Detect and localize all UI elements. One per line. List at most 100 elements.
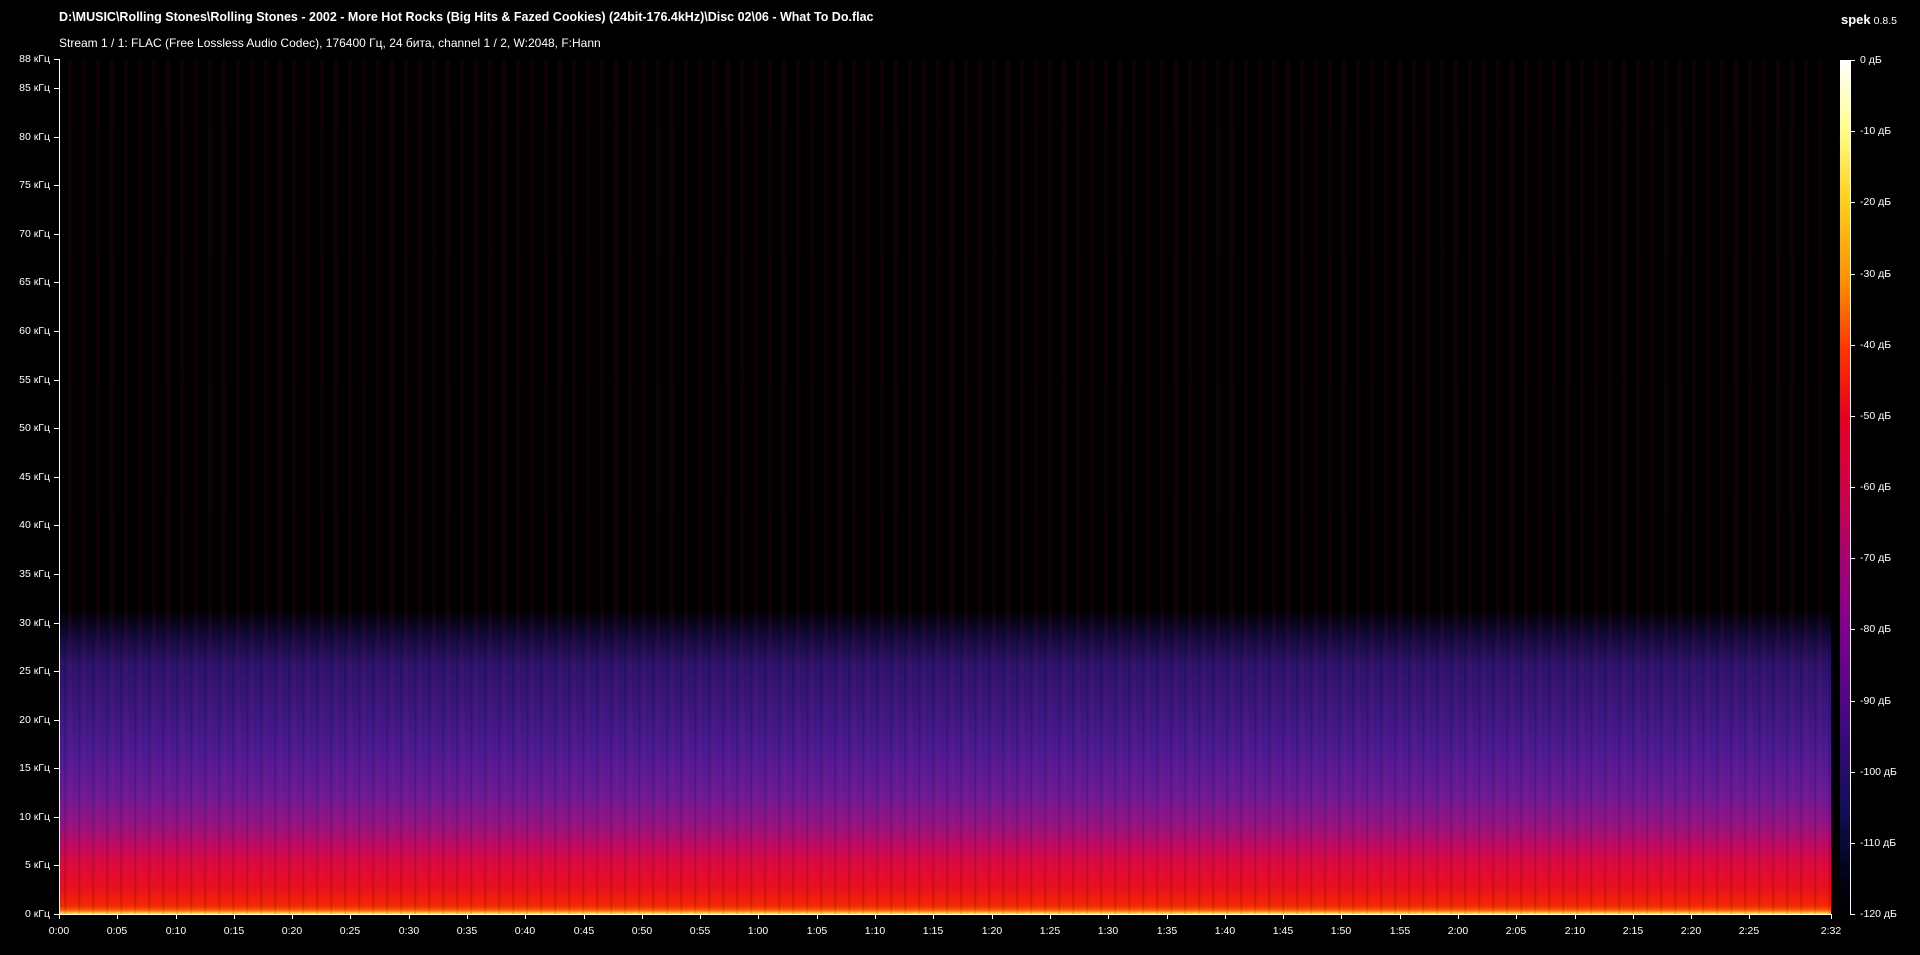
- time-tick-label: 0:35: [456, 925, 478, 937]
- time-tick: [234, 914, 235, 919]
- frequency-tick: [54, 525, 59, 526]
- time-tick-label: 1:55: [1389, 925, 1411, 937]
- time-tick-label: 0:45: [573, 925, 595, 937]
- colorbar-tick: [1850, 131, 1855, 132]
- time-axis: 0:00 0:05 0:10 0:15 0:20 0:25 0:30 0:35 0:40 0:45…: [0, 914, 1920, 955]
- time-tick: [1516, 914, 1517, 919]
- time-tick-label: 1:35: [1156, 925, 1178, 937]
- time-tick: [1225, 914, 1226, 919]
- colorbar-tick: [1850, 487, 1855, 488]
- time-tick-label: 2:25: [1738, 925, 1760, 937]
- frequency-tick: [54, 137, 59, 138]
- frequency-tick: [54, 865, 59, 866]
- frequency-axis: 88 кГц 85 кГц 80 кГц 75 кГц 70 кГц 65 кГц 60 к…: [0, 0, 59, 955]
- spectrogram-area[interactable]: [59, 59, 1831, 914]
- colorbar-tick-label: -50 дБ: [1860, 410, 1892, 422]
- time-tick: [584, 914, 585, 919]
- time-tick-label: 1:30: [1097, 925, 1119, 937]
- time-tick-label: 2:20: [1680, 925, 1702, 937]
- time-tick: [1633, 914, 1634, 919]
- colorbar-tick: [1850, 772, 1855, 773]
- time-tick: [642, 914, 643, 919]
- colorbar-tick-label: 0 дБ: [1860, 54, 1882, 66]
- time-tick-label: 0:25: [339, 925, 361, 937]
- time-tick: [758, 914, 759, 919]
- frequency-tick: [54, 623, 59, 624]
- frequency-tick: [54, 59, 59, 60]
- time-tick-label: 2:00: [1447, 925, 1469, 937]
- colorbar-tick-label: -10 дБ: [1860, 125, 1892, 137]
- frequency-tick-label: 15 кГц: [19, 762, 50, 774]
- frequency-tick: [54, 331, 59, 332]
- colorbar-axis: 0 дБ -10 дБ -20 дБ -30 дБ -40 дБ -50 дБ -60 дБ…: [1850, 0, 1920, 955]
- colorbar-gradient: [1840, 60, 1850, 914]
- time-tick-label: 1:05: [806, 925, 828, 937]
- colorbar-tick-label: -20 дБ: [1860, 196, 1892, 208]
- time-tick-label: 1:50: [1330, 925, 1352, 937]
- colorbar-tick: [1850, 202, 1855, 203]
- time-tick-label: 1:45: [1272, 925, 1294, 937]
- time-tick: [1749, 914, 1750, 919]
- time-tick-label: 1:25: [1039, 925, 1061, 937]
- time-tick: [525, 914, 526, 919]
- time-tick: [176, 914, 177, 919]
- colorbar-tick-label: -40 дБ: [1860, 339, 1892, 351]
- stream-info: Stream 1 / 1: FLAC (Free Lossless Audio …: [59, 36, 601, 50]
- frequency-tick-label: 5 кГц: [24, 859, 50, 871]
- time-tick: [1108, 914, 1109, 919]
- frequency-tick-label: 35 кГц: [19, 568, 50, 580]
- colorbar-tick-label: -80 дБ: [1860, 623, 1892, 635]
- time-tick: [1341, 914, 1342, 919]
- time-tick: [992, 914, 993, 919]
- time-tick-label: 2:15: [1622, 925, 1644, 937]
- frequency-tick: [54, 282, 59, 283]
- time-tick-label: 1:15: [922, 925, 944, 937]
- time-tick: [817, 914, 818, 919]
- time-tick: [1691, 914, 1692, 919]
- time-tick-label: 0:40: [514, 925, 536, 937]
- time-tick: [409, 914, 410, 919]
- file-path-title: D:\MUSIC\Rolling Stones\Rolling Stones -…: [59, 10, 874, 24]
- frequency-tick: [54, 817, 59, 818]
- frequency-tick: [54, 477, 59, 478]
- plot-left-border: [59, 59, 60, 915]
- time-tick: [1167, 914, 1168, 919]
- time-tick: [59, 914, 60, 919]
- colorbar-tick-label: -120 дБ: [1860, 908, 1897, 920]
- frequency-tick: [54, 234, 59, 235]
- colorbar-tick: [1850, 629, 1855, 630]
- time-tick: [117, 914, 118, 919]
- frequency-tick-label: 55 кГц: [19, 374, 50, 386]
- time-tick: [1831, 914, 1832, 919]
- frequency-tick-label: 45 кГц: [19, 471, 50, 483]
- time-tick-label: 2:05: [1505, 925, 1527, 937]
- time-tick: [875, 914, 876, 919]
- frequency-tick: [54, 88, 59, 89]
- time-tick: [1400, 914, 1401, 919]
- frequency-tick-label: 60 кГц: [19, 325, 50, 337]
- colorbar-tick: [1850, 914, 1855, 915]
- time-tick: [700, 914, 701, 919]
- frequency-tick: [54, 671, 59, 672]
- frequency-tick-label: 65 кГц: [19, 276, 50, 288]
- frequency-tick-label: 75 кГц: [19, 179, 50, 191]
- frequency-tick: [54, 428, 59, 429]
- frequency-tick-label: 85 кГц: [19, 82, 50, 94]
- colorbar-tick: [1850, 701, 1855, 702]
- colorbar-tick: [1850, 558, 1855, 559]
- time-tick: [1283, 914, 1284, 919]
- time-tick-label: 2:32: [1820, 925, 1842, 937]
- time-tick-label: 2:10: [1564, 925, 1586, 937]
- time-tick-label: 1:00: [747, 925, 769, 937]
- time-tick: [933, 914, 934, 919]
- time-tick-label: 0:55: [689, 925, 711, 937]
- frequency-tick-label: 80 кГц: [19, 131, 50, 143]
- time-tick: [1458, 914, 1459, 919]
- time-tick: [467, 914, 468, 919]
- colorbar-tick: [1850, 274, 1855, 275]
- time-tick: [1575, 914, 1576, 919]
- time-tick-label: 0:00: [48, 925, 70, 937]
- frequency-tick-label: 20 кГц: [19, 714, 50, 726]
- time-tick-label: 1:40: [1214, 925, 1236, 937]
- frequency-tick: [54, 574, 59, 575]
